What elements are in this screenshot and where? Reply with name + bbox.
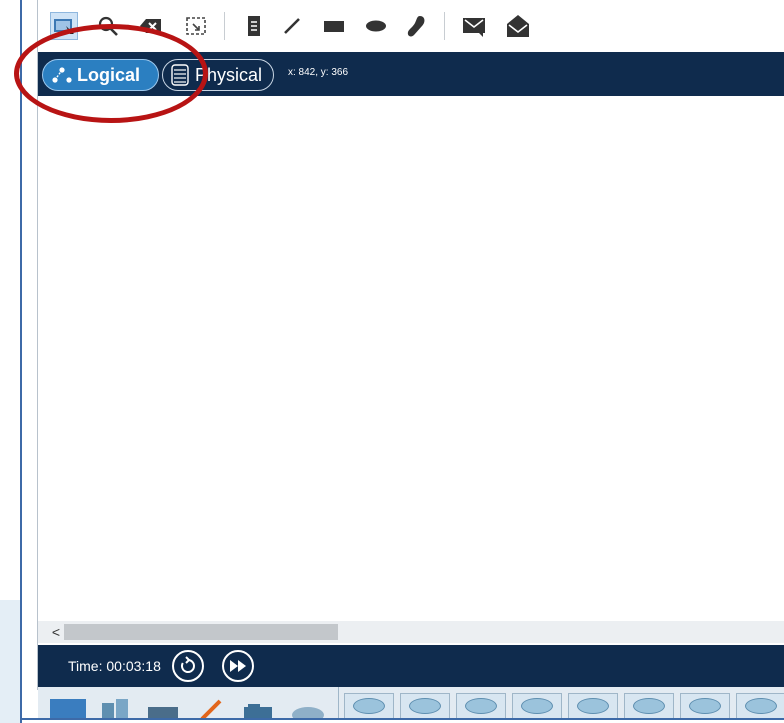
scrollbar-thumb[interactable]	[64, 624, 338, 640]
strip-separator	[338, 687, 339, 718]
select-tool-button[interactable]	[50, 12, 78, 40]
inspect-magnify-icon	[98, 16, 118, 36]
add-simple-pdu-icon	[463, 18, 485, 37]
draw-rectangle-icon	[324, 21, 344, 32]
delete-tool-icon	[140, 19, 161, 33]
resize-shape-button[interactable]	[182, 12, 210, 40]
add-complex-pdu-icon	[507, 15, 529, 37]
draw-ellipse-icon	[366, 20, 386, 32]
network-devices-category-icon[interactable]	[50, 699, 86, 718]
draw-line-button[interactable]	[278, 12, 306, 40]
horizontal-scrollbar[interactable]: <	[38, 621, 784, 643]
router-device-item[interactable]	[512, 693, 562, 718]
router-device-item[interactable]	[400, 693, 450, 718]
realtime-bar: Time: 00:03:18	[38, 645, 784, 687]
components-category-icon[interactable]	[146, 697, 182, 718]
router-device-item[interactable]	[736, 693, 784, 718]
common-tools-bar	[38, 0, 784, 53]
toolbar-separator	[444, 12, 445, 40]
resize-tool-icon	[186, 17, 206, 35]
multiuser-category-icon[interactable]	[290, 697, 326, 718]
router-device-item[interactable]	[456, 693, 506, 718]
outer-left-shade	[0, 600, 20, 723]
freeform-draw-button[interactable]	[402, 12, 430, 40]
physical-tab-label: Physical	[195, 64, 263, 85]
inspect-button[interactable]	[94, 12, 122, 40]
scroll-left-arrow[interactable]: <	[48, 623, 64, 641]
select-tool-icon	[54, 19, 74, 34]
workspace-nav-bar: Logical Physical x: 842, y: 366	[38, 52, 784, 96]
add-simple-pdu-button[interactable]	[460, 12, 488, 40]
physical-rack-icon	[171, 64, 189, 86]
toolbar-separator	[224, 12, 225, 40]
cursor-coordinates: x: 842, y: 366	[288, 67, 349, 78]
window-frame-left	[20, 0, 22, 723]
power-cycle-icon	[181, 656, 195, 673]
physical-tab[interactable]: Physical	[162, 59, 274, 91]
fast-forward-icon	[230, 660, 246, 672]
fast-forward-button[interactable]	[222, 650, 254, 682]
device-type-strip	[38, 687, 784, 718]
router-device-item[interactable]	[568, 693, 618, 718]
delete-button[interactable]	[136, 12, 164, 40]
draw-line-icon	[284, 18, 300, 34]
router-device-item[interactable]	[344, 693, 394, 718]
power-cycle-devices-button[interactable]	[172, 650, 204, 682]
note-tool-icon	[248, 16, 260, 36]
end-devices-category-icon[interactable]	[96, 697, 132, 718]
place-note-button[interactable]	[240, 12, 268, 40]
draw-ellipse-button[interactable]	[362, 12, 390, 40]
logical-topology-icon	[52, 67, 72, 83]
freeform-draw-icon	[407, 16, 425, 37]
time-display: Time: 00:03:18	[68, 658, 161, 674]
logical-tab[interactable]: Logical	[42, 59, 159, 91]
add-complex-pdu-button[interactable]	[504, 12, 532, 40]
window-frame-bottom	[20, 718, 784, 720]
connections-category-icon[interactable]	[194, 697, 230, 718]
logical-workspace-canvas[interactable]	[38, 96, 784, 621]
draw-rectangle-button[interactable]	[320, 12, 348, 40]
logical-tab-label: Logical	[77, 64, 141, 85]
router-device-item[interactable]	[624, 693, 674, 718]
misc-category-icon[interactable]	[240, 697, 276, 718]
router-device-item[interactable]	[680, 693, 730, 718]
